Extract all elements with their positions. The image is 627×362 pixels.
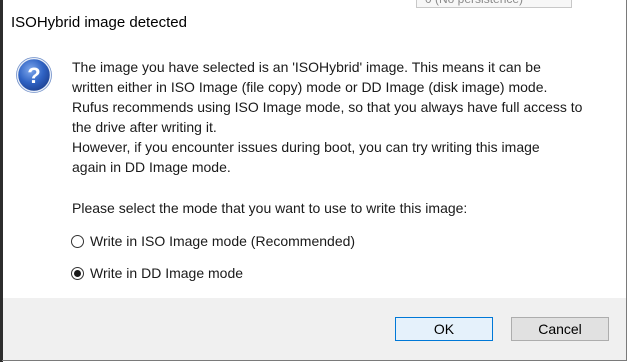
dd-mode-label[interactable]: Write in DD Image mode xyxy=(90,265,243,281)
ok-button[interactable]: OK xyxy=(395,317,493,341)
svg-text:?: ? xyxy=(27,63,40,88)
message-line: Rufus recommends using ISO Image mode, s… xyxy=(72,99,583,115)
message-line: The image you have selected is an 'ISOHy… xyxy=(72,59,541,75)
iso-mode-radio[interactable] xyxy=(71,234,84,248)
iso-mode-label[interactable]: Write in ISO Image mode (Recommended) xyxy=(90,233,355,249)
message-text: The image you have selected is an 'ISOHy… xyxy=(72,57,612,177)
dd-mode-option[interactable]: Write in DD Image mode xyxy=(71,263,243,283)
mode-prompt: Please select the mode that you want to … xyxy=(72,200,468,216)
dialog-title: ISOHybrid image detected xyxy=(11,14,187,31)
message-line: again in DD Image mode. xyxy=(72,159,231,175)
dd-mode-radio[interactable] xyxy=(71,266,84,280)
message-line: However, if you encounter issues during … xyxy=(72,139,540,155)
message-line: the drive after writing it. xyxy=(72,119,217,135)
question-icon: ? xyxy=(16,57,52,93)
message-line: written either in ISO Image (file copy) … xyxy=(72,79,548,95)
iso-mode-option[interactable]: Write in ISO Image mode (Recommended) xyxy=(71,231,355,251)
isohybrid-dialog: 0 (No persistence) ISOHybrid image detec… xyxy=(0,0,627,362)
cancel-button[interactable]: Cancel xyxy=(511,317,609,341)
background-dropdown-peek: 0 (No persistence) xyxy=(416,0,572,8)
